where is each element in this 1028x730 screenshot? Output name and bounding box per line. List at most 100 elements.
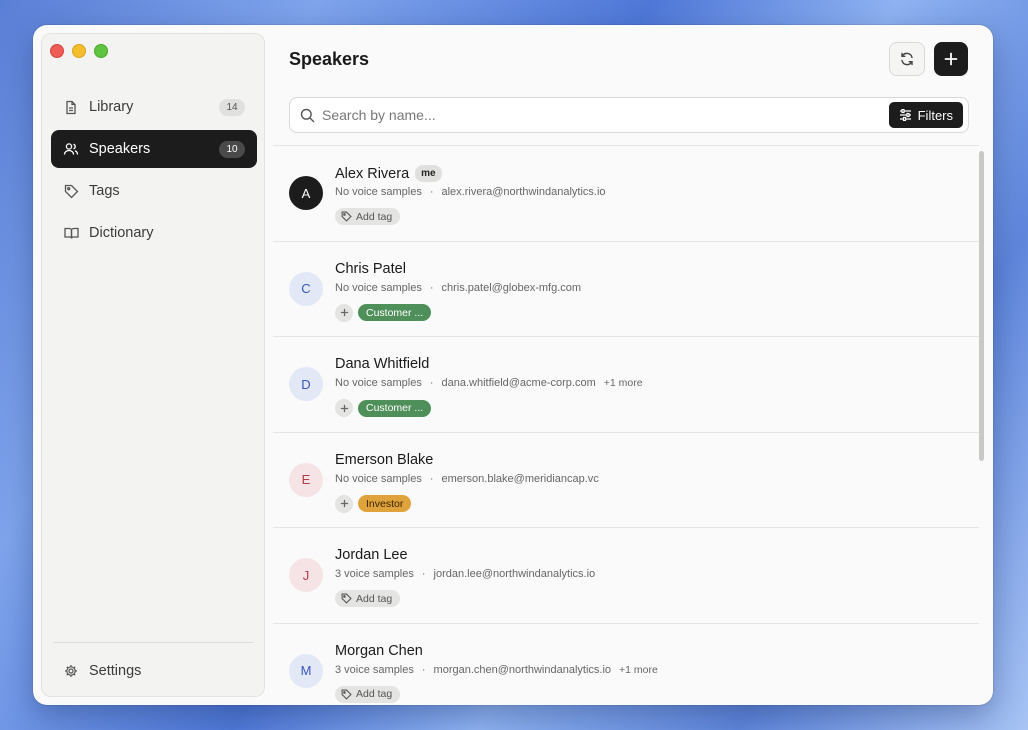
- voice-samples-count: 3 voice samples: [335, 663, 414, 676]
- tag-area: Customer ...: [335, 399, 432, 417]
- add-tag-button[interactable]: Add tag: [335, 590, 401, 607]
- add-tag-button[interactable]: Add tag: [335, 208, 401, 225]
- separator-dot: ·: [421, 568, 426, 580]
- sidebar-item-speakers[interactable]: Speakers 10: [51, 130, 257, 168]
- sidebar: Library 14 Speakers 10 Tags Dictionary S…: [41, 33, 265, 697]
- sidebar-item-label: Library: [89, 99, 134, 115]
- main-panel: Speakers Filters A: [273, 25, 993, 705]
- tag-chip[interactable]: Customer ...: [358, 304, 432, 321]
- sidebar-item-label: Settings: [89, 663, 142, 679]
- voice-samples-count: No voice samples: [335, 377, 422, 389]
- separator-dot: ·: [421, 663, 426, 676]
- speaker-name: Jordan Lee: [335, 547, 408, 563]
- sidebar-item-label: Tags: [89, 183, 120, 199]
- sidebar-nav: Library 14 Speakers 10 Tags Dictionary: [51, 88, 257, 256]
- close-window-button[interactable]: [50, 44, 64, 58]
- sidebar-item-library[interactable]: Library 14: [51, 88, 257, 126]
- zoom-window-button[interactable]: [94, 44, 108, 58]
- separator-dot: ·: [429, 186, 434, 198]
- avatar: D: [289, 367, 323, 401]
- document-icon: [63, 99, 79, 115]
- separator-dot: ·: [429, 281, 434, 294]
- app-window: Library 14 Speakers 10 Tags Dictionary S…: [33, 25, 993, 705]
- speaker-name: Morgan Chen: [335, 642, 423, 659]
- tag-area: Add tag: [335, 685, 401, 703]
- window-controls: [50, 44, 108, 58]
- sidebar-item-label: Speakers: [89, 141, 151, 157]
- sidebar-item-settings[interactable]: Settings: [51, 652, 257, 690]
- separator-dot: ·: [429, 472, 434, 485]
- list-scrollbar[interactable]: [979, 151, 984, 461]
- count-badge: 10: [219, 140, 245, 158]
- speaker-row[interactable]: D Dana Whitfield No voice samples · dana…: [273, 337, 979, 433]
- speaker-name: Emerson Blake: [335, 451, 434, 468]
- speaker-row[interactable]: A Alex Rivera me No voice samples · alex…: [273, 146, 979, 242]
- speaker-email: alex.rivera@northwindanalytics.io: [441, 186, 606, 198]
- plus-icon: [340, 499, 349, 508]
- filters-label: Filters: [917, 107, 953, 123]
- speaker-meta: No voice samples · dana.whitfield@acme-c…: [335, 377, 643, 389]
- refresh-button[interactable]: [889, 42, 925, 76]
- tag-icon: [341, 211, 352, 222]
- plus-icon: [340, 308, 349, 317]
- speaker-name-line: Alex Rivera me: [335, 165, 442, 182]
- voice-samples-count: No voice samples: [335, 472, 422, 485]
- add-tag-button[interactable]: [335, 303, 353, 322]
- refresh-icon: [899, 51, 915, 67]
- page-title: Speakers: [289, 49, 370, 69]
- search-bar: Filters: [289, 97, 969, 133]
- speaker-row[interactable]: E Emerson Blake No voice samples · emers…: [273, 433, 979, 528]
- avatar: C: [289, 271, 323, 306]
- speaker-meta: 3 voice samples · jordan.lee@northwindan…: [335, 568, 595, 580]
- add-speaker-button[interactable]: [934, 42, 968, 76]
- tag-icon: [341, 593, 352, 604]
- tag-area: Add tag: [335, 590, 401, 607]
- sidebar-item-dictionary[interactable]: Dictionary: [51, 214, 257, 252]
- add-tag-button[interactable]: Add tag: [335, 685, 401, 703]
- sidebar-divider: [53, 642, 253, 643]
- sidebar-item-tags[interactable]: Tags: [51, 172, 257, 210]
- add-tag-button[interactable]: [335, 399, 353, 417]
- tag-area: Investor: [335, 494, 412, 513]
- tag-area: Customer ...: [335, 303, 432, 322]
- add-tag-button[interactable]: [335, 494, 353, 513]
- speaker-email: jordan.lee@northwindanalytics.io: [433, 568, 596, 580]
- speaker-email: morgan.chen@northwindanalytics.io: [433, 663, 612, 676]
- sliders-icon: [899, 109, 912, 121]
- search-icon: [300, 108, 315, 123]
- speaker-row[interactable]: C Chris Patel No voice samples · chris.p…: [273, 242, 979, 337]
- speaker-name: Dana Whitfield: [335, 356, 430, 372]
- avatar: E: [289, 462, 323, 497]
- gear-icon: [63, 663, 79, 679]
- count-badge: 14: [219, 98, 245, 116]
- speaker-name: Alex Rivera: [335, 165, 410, 182]
- speaker-name-line: Dana Whitfield: [335, 356, 429, 372]
- more-emails-link[interactable]: +1 more: [619, 664, 658, 676]
- speaker-email: dana.whitfield@acme-corp.com: [441, 377, 596, 389]
- tag-chip[interactable]: Investor: [358, 495, 412, 512]
- filters-button[interactable]: Filters: [888, 102, 963, 128]
- voice-samples-count: No voice samples: [335, 281, 422, 294]
- add-tag-label: Add tag: [356, 210, 393, 223]
- tag-icon: [341, 689, 352, 700]
- speaker-row[interactable]: M Morgan Chen 3 voice samples · morgan.c…: [273, 624, 979, 706]
- search-input[interactable]: [322, 107, 889, 123]
- users-icon: [63, 141, 79, 157]
- plus-icon: [944, 52, 958, 66]
- speaker-name-line: Morgan Chen: [335, 643, 423, 659]
- tag-area: Add tag: [335, 208, 401, 225]
- add-tag-label: Add tag: [356, 592, 393, 605]
- tag-chip[interactable]: Customer ...: [358, 399, 432, 417]
- speaker-name: Chris Patel: [335, 260, 406, 277]
- tag-icon: [63, 183, 79, 199]
- separator-dot: ·: [429, 377, 434, 389]
- speaker-email: emerson.blake@meridiancap.vc: [441, 472, 599, 485]
- speaker-email: chris.patel@globex-mfg.com: [441, 281, 582, 294]
- sidebar-settings-area: Settings: [51, 652, 257, 694]
- me-badge: me: [415, 165, 442, 182]
- minimize-window-button[interactable]: [72, 44, 86, 58]
- speaker-meta: 3 voice samples · morgan.chen@northwinda…: [335, 664, 658, 676]
- more-emails-link[interactable]: +1 more: [604, 377, 643, 389]
- sidebar-item-label: Dictionary: [89, 225, 154, 241]
- speaker-row[interactable]: J Jordan Lee 3 voice samples · jordan.le…: [273, 528, 979, 624]
